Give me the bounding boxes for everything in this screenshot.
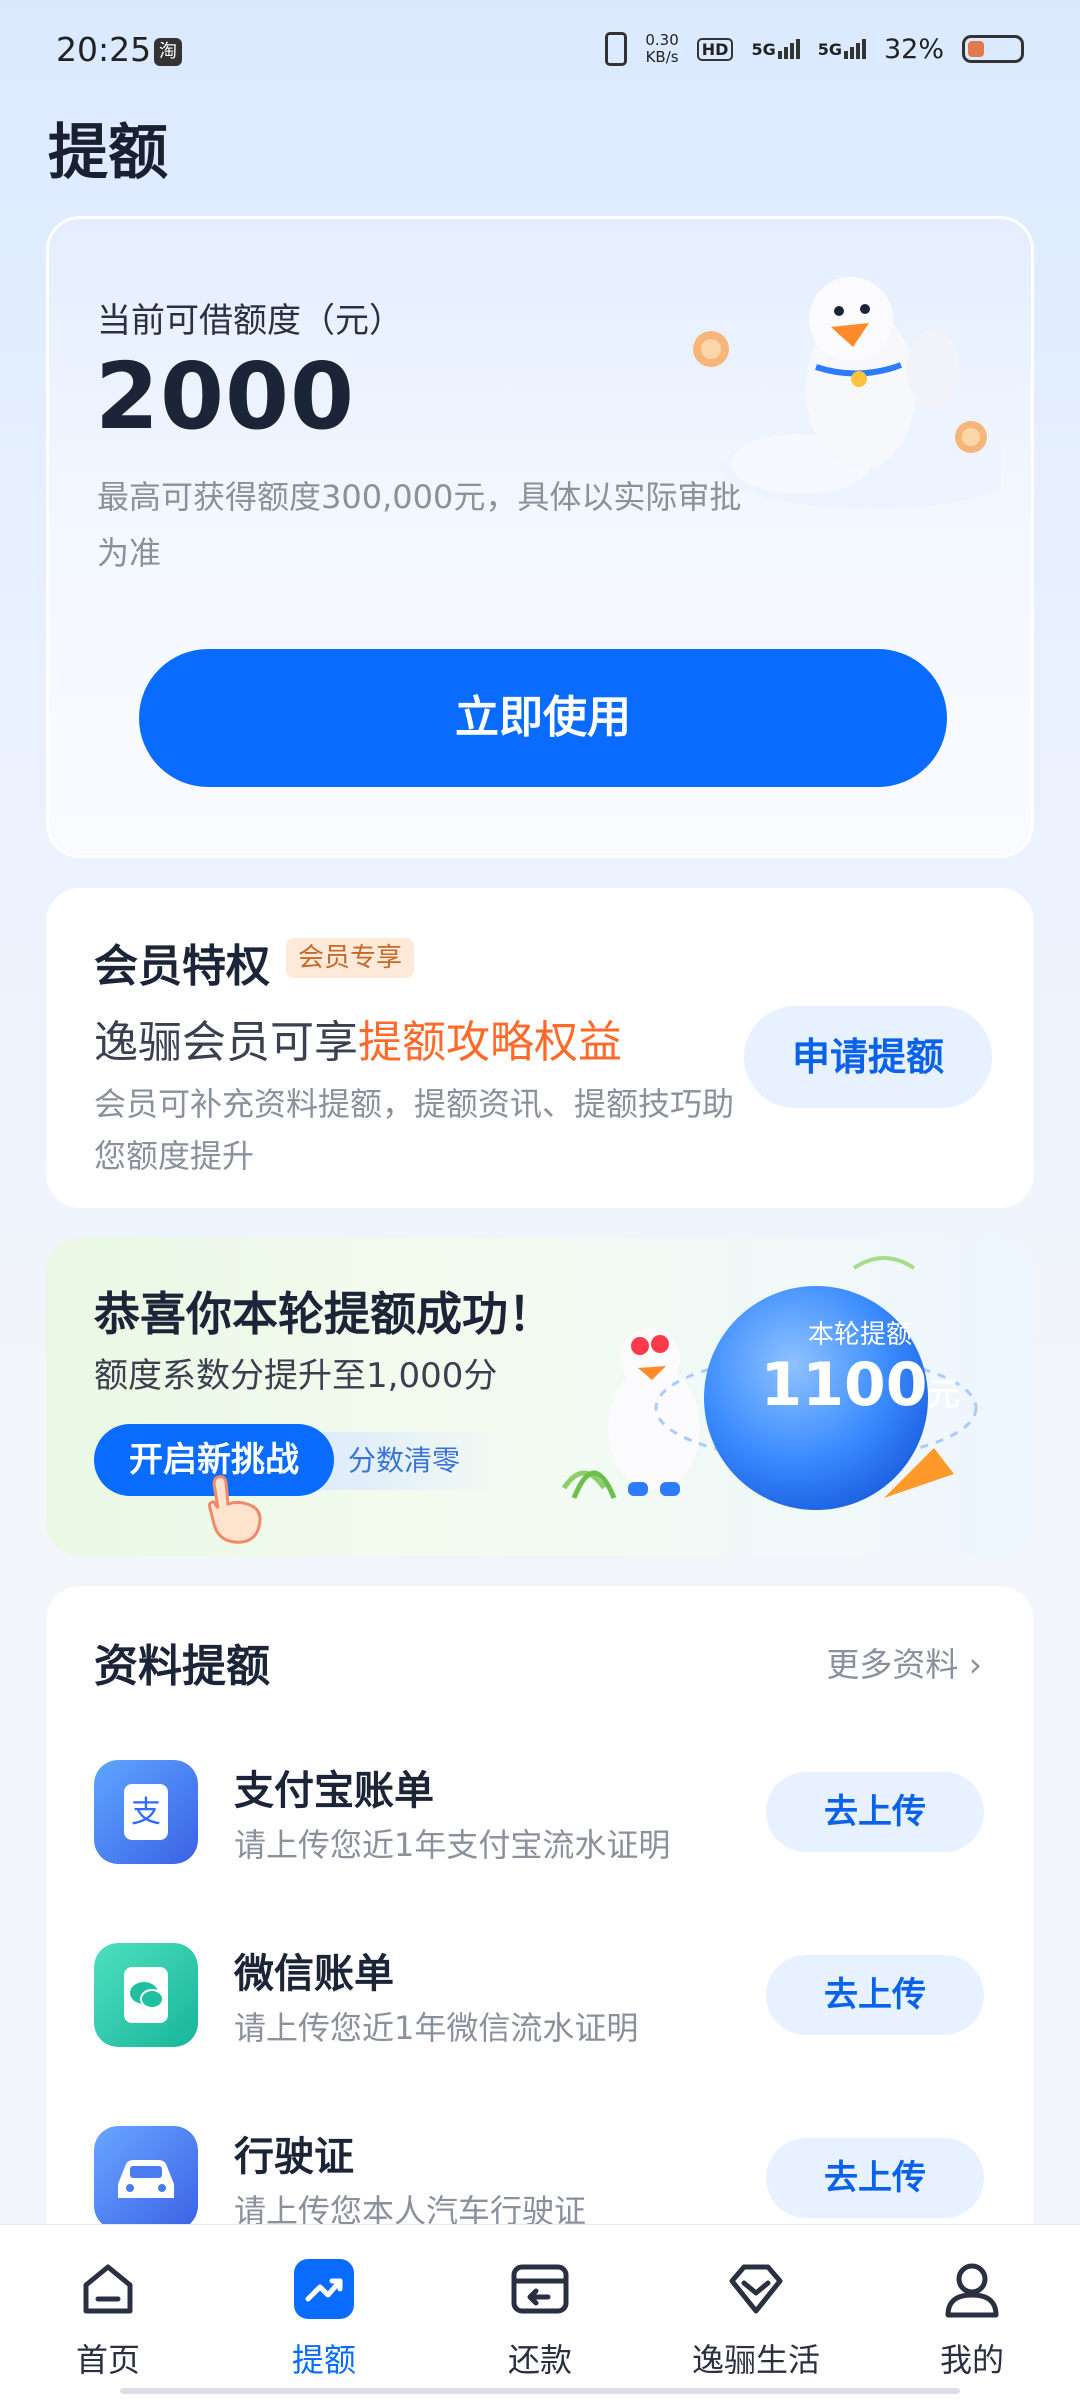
credit-label: 当前可借额度（元） — [97, 301, 403, 341]
doc-desc: 请上传您近1年微信流水证明 — [234, 2009, 639, 2047]
speed-unit: KB/s — [645, 48, 679, 66]
net-label: 5G — [751, 40, 776, 59]
upload-vehicle-license-button[interactable]: 去上传 — [766, 2138, 984, 2218]
doc-name: 行驶证 — [234, 2134, 354, 2180]
signal-5g-icon-2: 5G — [818, 39, 866, 59]
doc-row-alipay: 支 支付宝账单 请上传您近1年支付宝流水证明 去上传 — [46, 1734, 1034, 1894]
wechat-icon — [94, 1943, 198, 2047]
documents-title: 资料提额 — [94, 1641, 270, 1692]
upload-alipay-button[interactable]: 去上传 — [766, 1772, 984, 1852]
vibrate-icon — [605, 32, 628, 66]
member-desc: 会员可补充资料提额，提额资讯、提额技巧助您额度提升 — [94, 1085, 735, 1175]
nav-increase[interactable]: 提额 — [216, 2225, 432, 2400]
trend-up-icon — [294, 2259, 354, 2319]
page-title: 提额 — [48, 118, 168, 188]
member-line-prefix: 逸骊会员可享 — [94, 1017, 358, 1068]
upload-wechat-button[interactable]: 去上传 — [766, 1955, 984, 2035]
speed-value: 0.30 — [645, 31, 679, 49]
credit-card: 当前可借额度（元） 2000 最高可获得额度300,000元，具体以实际审批为准… — [46, 216, 1034, 858]
status-icons: 0.30 KB/s HD 5G 5G 32% — [605, 32, 1024, 66]
nav-label: 逸骊生活 — [691, 2341, 820, 2379]
nav-label: 还款 — [507, 2341, 572, 2379]
credit-amount: 2000 — [95, 343, 356, 450]
network-speed: 0.30 KB/s — [645, 32, 678, 66]
orb-value: 1100元 — [740, 1350, 980, 1420]
repay-icon — [511, 2264, 569, 2314]
use-now-button[interactable]: 立即使用 — [139, 649, 947, 787]
orb-unit: 元 — [927, 1375, 960, 1413]
member-exclusive-badge: 会员专享 — [286, 938, 415, 978]
car-icon — [94, 2126, 198, 2230]
member-benefit-line: 逸骊会员可享提额攻略权益 — [94, 1006, 622, 1070]
nav-label: 提额 — [291, 2341, 356, 2379]
orb-amount: 1100 — [760, 1350, 928, 1420]
congrats-card: 恭喜你本轮提额成功！ 额度系数分提升至1,000分 分数清零 开启新挑战 本轮提… — [46, 1238, 1034, 1556]
pointing-hand-icon — [208, 1475, 262, 1544]
duck-mascot-illustration — [693, 277, 1001, 509]
person-icon — [945, 2263, 999, 2318]
doc-name: 支付宝账单 — [234, 1768, 434, 1814]
apply-increase-button[interactable]: 申请提额 — [744, 1006, 992, 1108]
congrats-title: 恭喜你本轮提额成功！ — [94, 1287, 554, 1341]
doc-row-wechat: 微信账单 请上传您近1年微信流水证明 去上传 — [46, 1917, 1034, 2077]
home-indicator[interactable] — [120, 2388, 960, 2394]
status-bar: 20:25 淘 0.30 KB/s HD 5G 5G 32% — [0, 0, 1080, 100]
credit-note: 最高可获得额度300,000元，具体以实际审批为准 — [97, 478, 742, 572]
net-label: 5G — [817, 40, 842, 59]
home-icon — [83, 2264, 133, 2314]
taobao-notification-icon: 淘 — [154, 38, 182, 66]
nav-home[interactable]: 首页 — [0, 2225, 216, 2400]
status-time: 20:25 — [56, 30, 152, 69]
signal-5g-icon-1: 5G — [751, 39, 800, 59]
nav-mine[interactable]: 我的 — [864, 2225, 1080, 2400]
congrats-subtitle: 额度系数分提升至1,000分 — [94, 1356, 498, 1396]
nav-label: 首页 — [75, 2341, 140, 2379]
hd-icon: HD — [696, 37, 734, 61]
bottom-nav: 首页 提额 还款 逸骊生活 我的 — [0, 2224, 1080, 2400]
member-title: 会员特权 — [94, 941, 270, 992]
nav-repay[interactable]: 还款 — [432, 2225, 648, 2400]
doc-desc: 请上传您近1年支付宝流水证明 — [234, 1826, 671, 1864]
doc-name: 微信账单 — [234, 1951, 394, 1997]
member-privilege-card: 会员特权 会员专享 逸骊会员可享提额攻略权益 会员可补充资料提额，提额资讯、提额… — [46, 888, 1034, 1208]
more-documents-link[interactable]: 更多资料 › — [826, 1638, 982, 1686]
nav-label: 我的 — [939, 2341, 1004, 2379]
nav-life[interactable]: 逸骊生活 — [648, 2225, 864, 2400]
svg-text:支: 支 — [131, 1795, 161, 1830]
member-line-highlight: 提额攻略权益 — [358, 1017, 622, 1068]
alipay-icon: 支 — [94, 1760, 198, 1864]
documents-card: 资料提额 更多资料 › 支 支付宝账单 请上传您近1年支付宝流水证明 去上传 微… — [46, 1586, 1034, 2236]
orb-label: 本轮提额 — [807, 1320, 912, 1350]
diamond-icon — [729, 2264, 783, 2314]
battery-percent: 32% — [883, 33, 944, 65]
battery-icon — [962, 35, 1024, 63]
